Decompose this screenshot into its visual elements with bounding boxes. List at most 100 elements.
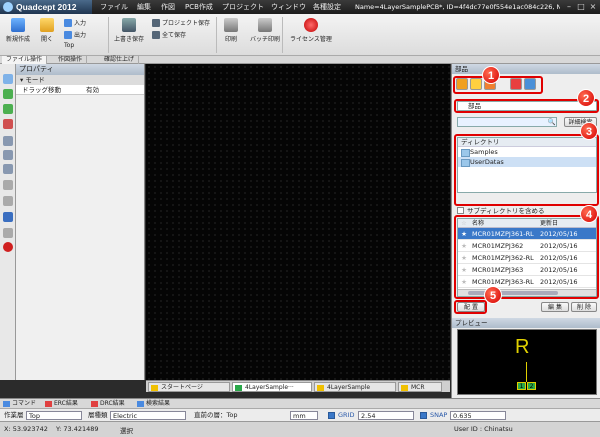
x-coordinate: X: 53.923742 <box>4 425 48 433</box>
ribbon: 新規作成 開く 入力 出力 Top 上書き保存 プロジェクト保存 全て保存 印刷… <box>0 14 600 56</box>
select-tool-icon[interactable] <box>3 74 13 84</box>
zoom-in-icon[interactable] <box>3 136 13 146</box>
preview-pad-1: 1 <box>517 382 526 390</box>
measure-tool-icon[interactable] <box>3 196 13 206</box>
license-button[interactable]: ライセンス管理 <box>290 18 332 43</box>
edit-button[interactable]: 編 集 <box>541 302 569 312</box>
type-label: 層種類 <box>88 411 108 419</box>
input-button[interactable]: 入力 <box>64 18 86 27</box>
grid-label: GRID <box>338 411 355 419</box>
maximize-icon[interactable]: □ <box>576 2 586 12</box>
delete-button[interactable]: 削 除 <box>571 302 597 312</box>
folder-open-icon <box>40 18 54 32</box>
preview-symbol-letter: R <box>515 336 530 358</box>
menu-pcb[interactable]: PCB作成 <box>185 0 213 14</box>
grid-checkbox[interactable] <box>328 412 335 419</box>
overwrite-save-button[interactable]: 上書き保存 <box>114 18 144 43</box>
title-bar: Quadcept 2012 ファイル 編集 作図 PCB作成 プロジェクト ウィ… <box>0 0 600 14</box>
search-results-icon <box>137 401 144 407</box>
settings-gear-icon[interactable] <box>3 212 13 222</box>
save-project-button[interactable]: プロジェクト保存 <box>152 18 210 27</box>
schematic-doc-icon <box>317 385 324 391</box>
save-project-icon <box>152 18 160 27</box>
doc-tab-mcr[interactable]: MCR <box>398 382 442 392</box>
forward-arrow-icon[interactable] <box>3 104 13 114</box>
print-button[interactable]: 印刷 <box>224 18 238 43</box>
doc-tab-4layer-pcb[interactable]: 4LayerSample··· <box>232 382 312 392</box>
preview-panel: プレビュー R 1 2 <box>451 318 600 398</box>
top-button[interactable]: Top <box>64 42 74 49</box>
component-tool-icon[interactable] <box>3 228 13 238</box>
back-arrow-icon[interactable] <box>3 89 13 99</box>
wire-tool-icon[interactable] <box>3 180 13 190</box>
menu-edit[interactable]: 編集 <box>137 0 151 14</box>
menu-settings[interactable]: 各種設定 <box>313 0 341 14</box>
output-icon <box>64 30 72 39</box>
pcb-canvas[interactable] <box>146 64 450 380</box>
pcb-doc-icon <box>235 385 242 391</box>
help-icon[interactable] <box>3 242 13 252</box>
batch-print-button[interactable]: バッチ印刷 <box>250 18 280 43</box>
snap-input[interactable]: 0.635 <box>450 411 506 420</box>
erc-icon <box>45 401 52 407</box>
subdir-checkbox[interactable] <box>457 206 464 214</box>
layer-type-select[interactable]: Electric <box>110 411 186 420</box>
callout-number-2: 2 <box>577 89 595 107</box>
menu-file[interactable]: ファイル <box>100 0 128 14</box>
menu-draw[interactable]: 作図 <box>161 0 175 14</box>
quadcept-logo-icon <box>3 2 13 12</box>
tab-draw-ops[interactable]: 作図操作 <box>54 56 88 64</box>
minimize-icon[interactable]: – <box>564 2 574 12</box>
app-logo[interactable]: Quadcept 2012 <box>0 0 92 14</box>
current-layer-label: 直前の層：Top <box>194 411 238 419</box>
layer-label: 作業層 <box>4 411 24 419</box>
layer-bar: 作業層 Top 層種類 Electric 直前の層：Top mm GRID 2.… <box>0 408 600 421</box>
open-button[interactable]: 開く <box>40 18 54 43</box>
preview-title: プレビュー <box>452 318 600 328</box>
callout-box-3 <box>454 134 599 206</box>
property-row[interactable]: ドラッグ移動 有効 <box>16 85 144 95</box>
doc-tab-4layer[interactable]: 4LayerSample <box>314 382 396 392</box>
search-icon: 🔍 <box>547 118 556 126</box>
user-id: User ID : Chinatsu <box>454 425 513 433</box>
subdir-option[interactable]: サブディレクトリを含める <box>457 205 545 215</box>
part-search-input[interactable]: 🔍 <box>457 117 557 127</box>
property-group[interactable]: ▾ モード <box>16 75 144 85</box>
start-page-icon <box>151 385 158 391</box>
tab-file-ops[interactable]: ファイル操作 <box>2 56 48 64</box>
new-button[interactable]: 新規作成 <box>6 18 30 43</box>
ribbon-separator <box>108 17 109 53</box>
left-toolbar <box>0 64 16 380</box>
zoom-fit-icon[interactable] <box>3 164 13 174</box>
doc-tab-start[interactable]: スタートページ <box>148 382 230 392</box>
preview-lead <box>526 362 527 382</box>
preview-canvas: R 1 2 <box>457 329 597 395</box>
parts-title: 部品 <box>452 64 600 74</box>
tab-finish[interactable]: 確認仕上げ <box>100 56 140 64</box>
command-tabs: コマンド ERC結果 DRC結果 検索結果 <box>0 398 600 408</box>
save-all-button[interactable]: 全て保存 <box>152 30 186 39</box>
zoom-out-icon[interactable] <box>3 150 13 160</box>
preview-pad-2: 2 <box>527 382 536 390</box>
ribbon-separator <box>216 17 217 53</box>
callout-box-5 <box>454 300 487 314</box>
menu-window[interactable]: ウィンドウ <box>271 0 306 14</box>
property-title: プロパティ <box>16 64 144 75</box>
ribbon-separator <box>282 17 283 53</box>
ribbon-tabs: ファイル操作 作図操作 確認仕上げ <box>0 56 600 64</box>
window-title: Name=4LayerSamplePCB*, ID=4f4dc77e0f554e… <box>355 3 560 11</box>
printer-icon <box>224 18 238 32</box>
grid-tool-icon[interactable] <box>3 119 13 129</box>
menu-project[interactable]: プロジェクト <box>222 0 264 14</box>
input-icon <box>64 18 72 27</box>
callout-number-4: 4 <box>580 205 598 223</box>
mode-status: 選択 <box>120 427 133 435</box>
layer-select[interactable]: Top <box>26 411 82 420</box>
output-button[interactable]: 出力 <box>64 30 86 39</box>
new-file-icon <box>11 18 25 32</box>
part-doc-icon <box>401 385 408 391</box>
snap-checkbox[interactable] <box>420 412 427 419</box>
close-icon[interactable]: × <box>588 2 598 12</box>
unit-select[interactable]: mm <box>290 411 318 420</box>
grid-input[interactable]: 2.54 <box>358 411 414 420</box>
